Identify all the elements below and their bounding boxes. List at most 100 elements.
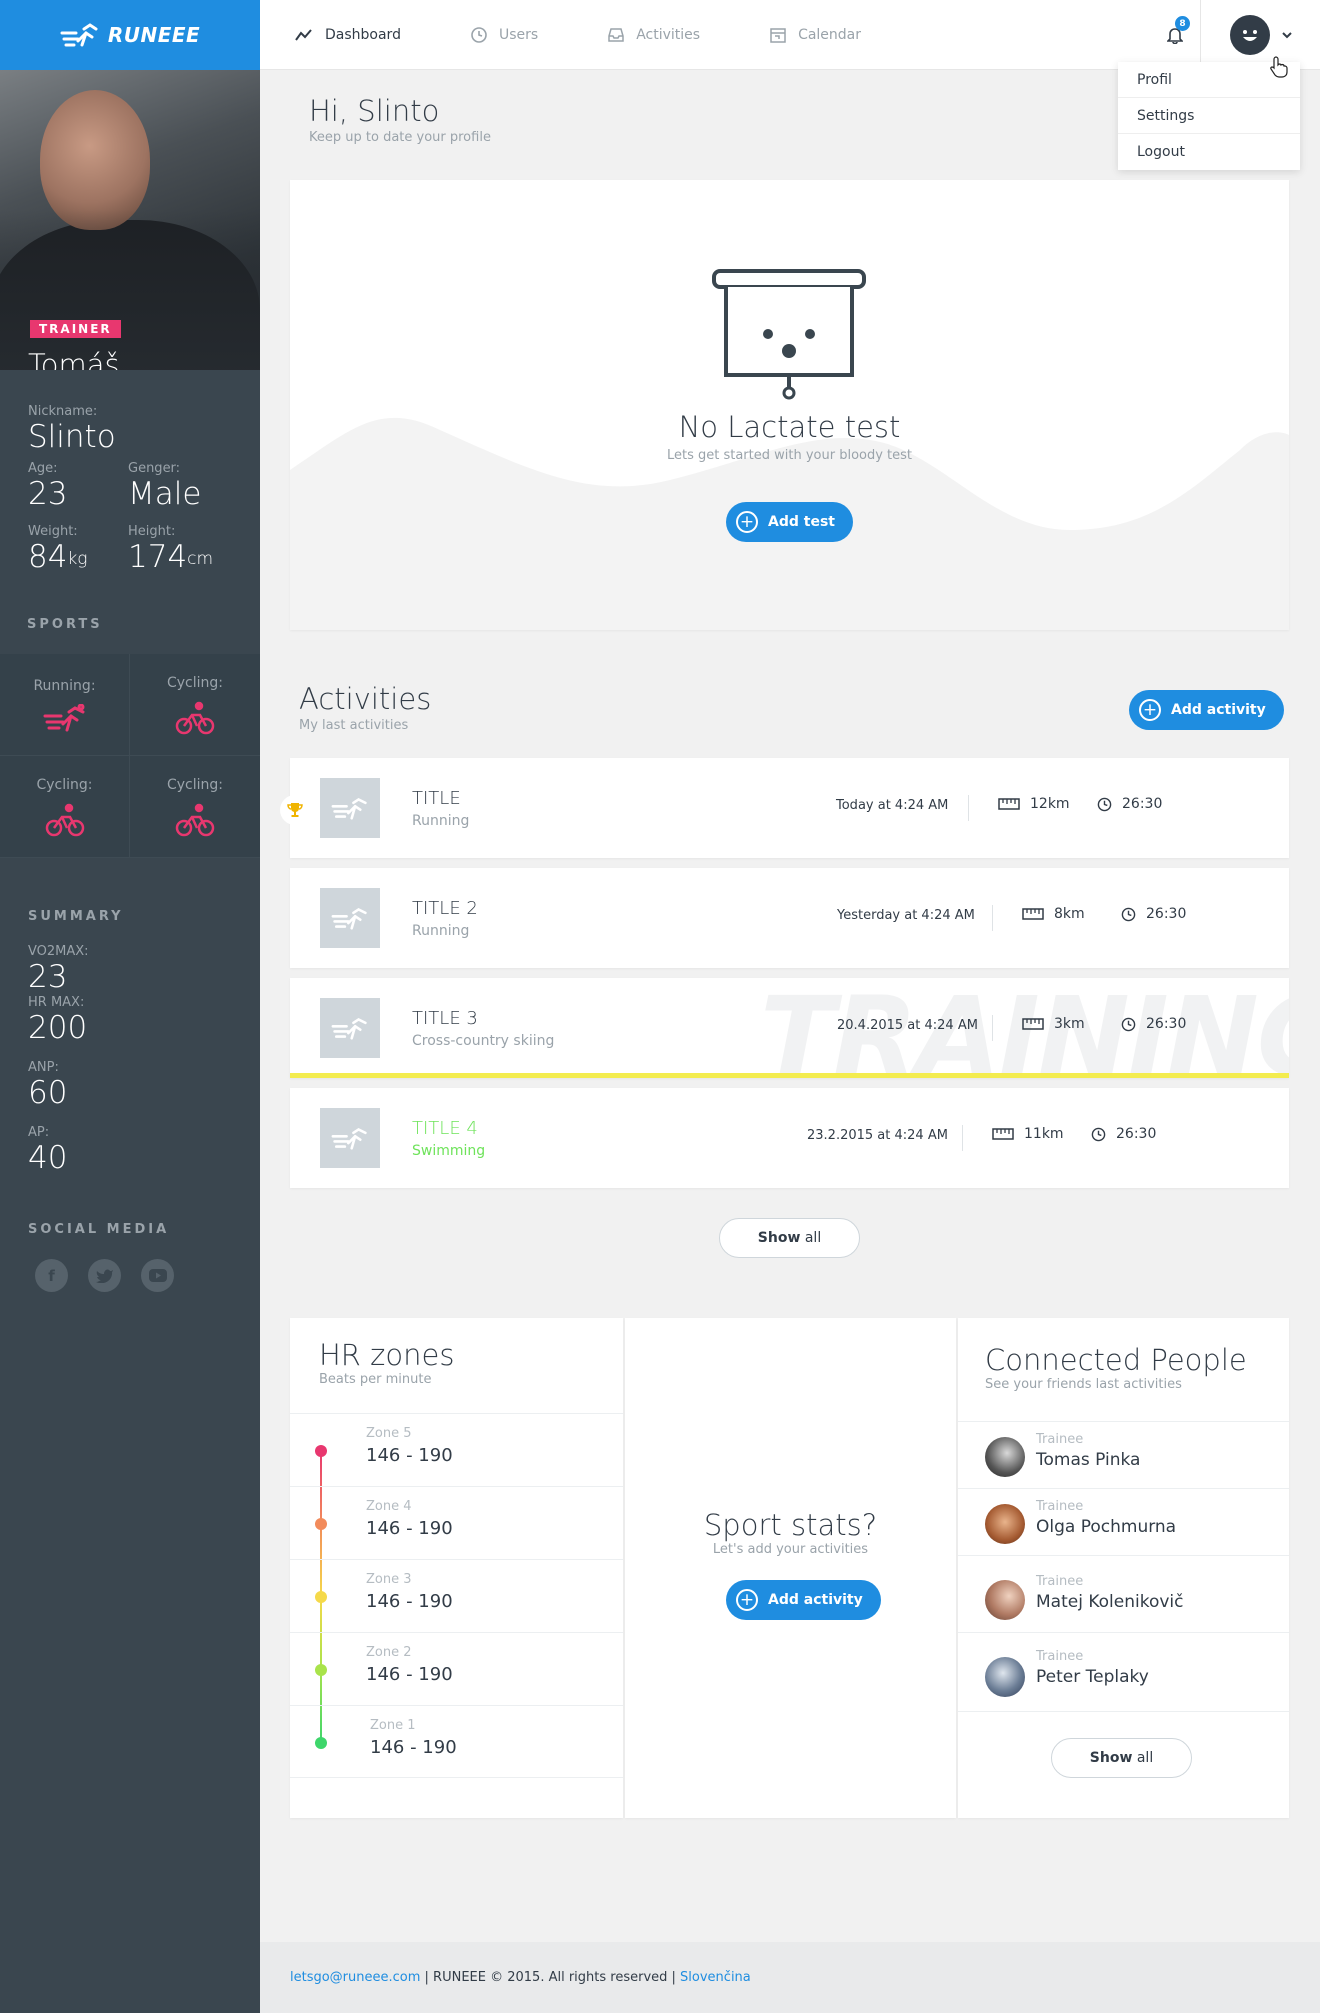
avatar (985, 1504, 1025, 1544)
nav-calendar[interactable]: Calendar (770, 27, 861, 43)
activity-row[interactable]: TITLE Running Today at 4:24 AM 12km 26:3… (290, 758, 1289, 858)
trophy-icon (280, 795, 310, 825)
email-link[interactable]: letsgo@runeee.com (290, 1970, 420, 1985)
button-label: Add activity (768, 1592, 863, 1608)
sport-running[interactable]: Running: (0, 654, 130, 756)
activity-duration: 26:30 (1091, 1126, 1156, 1142)
inbox-icon (608, 27, 624, 42)
footer: letsgo@runeee.com | RUNEEE © 2015. All r… (260, 1942, 1320, 2013)
sport-cycling[interactable]: Cycling: (130, 654, 260, 756)
sports-title: SPORTS (27, 617, 103, 632)
facebook-icon[interactable]: f (35, 1259, 68, 1292)
button-label: Add activity (1171, 702, 1266, 718)
cycling-icon (175, 701, 215, 734)
card-title: Connected People (985, 1343, 1247, 1377)
language-link[interactable]: Slovenčina (680, 1970, 751, 1985)
activities-header: Activities My last activities (299, 682, 431, 733)
avatar (1229, 15, 1270, 55)
hrmax-value: 200 (28, 1010, 88, 1046)
sport-label: Cycling: (36, 776, 93, 793)
show-all-people-button[interactable]: Show all (1051, 1738, 1192, 1778)
person-row[interactable]: Trainee Peter Teplaky (958, 1632, 1289, 1712)
notifications-button[interactable]: 8 (1160, 16, 1190, 50)
weight-value: 84kg (28, 539, 88, 575)
sport-label: Cycling: (166, 776, 223, 793)
user-menu-button[interactable] (1200, 0, 1320, 70)
avatar (985, 1657, 1025, 1697)
button-label: Add test (768, 514, 835, 530)
card-subtitle: Let's add your activities (712, 1542, 869, 1557)
menu-item-settings[interactable]: Settings (1118, 98, 1300, 134)
profile-name: Tomáš Stankovič (28, 348, 120, 371)
person-row[interactable]: Trainee Olga Pochmurna (958, 1488, 1289, 1561)
nav-dashboard[interactable]: Dashboard (295, 27, 401, 43)
activity-title: TITLE (412, 788, 461, 809)
ruler-icon (1022, 908, 1044, 920)
activity-sport: Running (412, 923, 470, 939)
activity-sport: Running (412, 813, 470, 829)
social-title: SOCIAL MEDIA (28, 1222, 170, 1237)
avatar (985, 1437, 1025, 1477)
profile-details: Nickname: Slinto Age: 23 Genger: Male We… (0, 370, 260, 575)
nickname-label: Nickname: (28, 404, 98, 419)
clock-icon (1097, 797, 1112, 811)
person-row[interactable]: Trainee Tomas Pinka (958, 1421, 1289, 1494)
add-test-button[interactable]: + Add test (726, 502, 853, 542)
clock-icon (1091, 1127, 1106, 1141)
activity-sport: Cross-country skiing (412, 1033, 555, 1049)
user-dropdown-menu: Profil Settings Logout (1118, 62, 1300, 170)
anp-label: ANP: (28, 1060, 59, 1075)
age-value: 23 (28, 476, 68, 512)
age-label: Age: (28, 461, 58, 476)
vo2max-label: VO2MAX: (28, 944, 89, 959)
profile-photo: TRAINER Tomáš Stankovič (0, 70, 260, 370)
hr-zone-row: Zone 4 146 - 190 (290, 1486, 623, 1559)
person-row[interactable]: Trainee Matej Kolenikovič (958, 1555, 1289, 1632)
ap-label: AP: (28, 1125, 50, 1140)
activity-row-training[interactable]: TRAINING TITLE 3 Cross-country skiing 20… (290, 978, 1289, 1078)
youtube-icon[interactable] (141, 1259, 174, 1292)
activity-date: Today at 4:24 AM (836, 798, 949, 813)
brand-name: RUNEEE (107, 23, 201, 47)
lactate-test-card: No Lactate test Lets get started with yo… (290, 180, 1289, 630)
greeting: Hi, Slinto Keep up to date your profile (309, 94, 491, 145)
chevron-down-icon (1281, 31, 1292, 38)
vo2max-value: 23 (28, 959, 68, 995)
hrmax-label: HR MAX: (28, 995, 85, 1010)
sport-label: Cycling: (166, 674, 223, 691)
running-icon (331, 1017, 367, 1040)
role-badge: TRAINER (30, 320, 121, 338)
anp-value: 60 (28, 1075, 68, 1111)
chart-line-icon (295, 28, 312, 41)
social-links: f (0, 1259, 260, 1292)
activity-title: TITLE 2 (412, 898, 478, 919)
running-icon (43, 703, 84, 731)
add-activity-button[interactable]: + Add activity (726, 1580, 881, 1620)
plus-circle-icon: + (1139, 699, 1161, 721)
activity-row[interactable]: TITLE 4 Swimming 23.2.2015 at 4:24 AM 11… (290, 1088, 1289, 1188)
page-title: Hi, Slinto (309, 94, 440, 128)
ap-value: 40 (28, 1140, 68, 1176)
show-all-activities-button[interactable]: Show all (719, 1218, 860, 1258)
activity-row[interactable]: TITLE 2 Running Yesterday at 4:24 AM 8km… (290, 868, 1289, 968)
activity-duration: 26:30 (1121, 906, 1186, 922)
avatar (985, 1580, 1025, 1620)
activity-sport: Swimming (412, 1143, 486, 1159)
sport-label: Running: (33, 677, 96, 694)
sport-cycling[interactable]: Cycling: (0, 756, 130, 858)
nav-activities[interactable]: Activities (608, 27, 700, 43)
clock-icon (471, 26, 487, 43)
brand-logo[interactable]: RUNEEE (0, 0, 260, 70)
activity-distance: 3km (1022, 1016, 1085, 1032)
copyright-text: | RUNEEE © 2015. All rights reserved | (420, 1970, 681, 1985)
twitter-icon[interactable] (88, 1259, 121, 1292)
nav-label: Users (498, 26, 539, 43)
nav-users[interactable]: Users (471, 27, 538, 43)
sport-cycling[interactable]: Cycling: (130, 756, 260, 858)
activity-thumbnail (320, 998, 380, 1058)
summary-title: SUMMARY (28, 909, 124, 924)
menu-item-logout[interactable]: Logout (1118, 134, 1300, 170)
activity-date: Yesterday at 4:24 AM (837, 908, 975, 923)
hand-cursor-icon (1270, 56, 1288, 78)
add-activity-button[interactable]: + Add activity (1129, 690, 1284, 730)
